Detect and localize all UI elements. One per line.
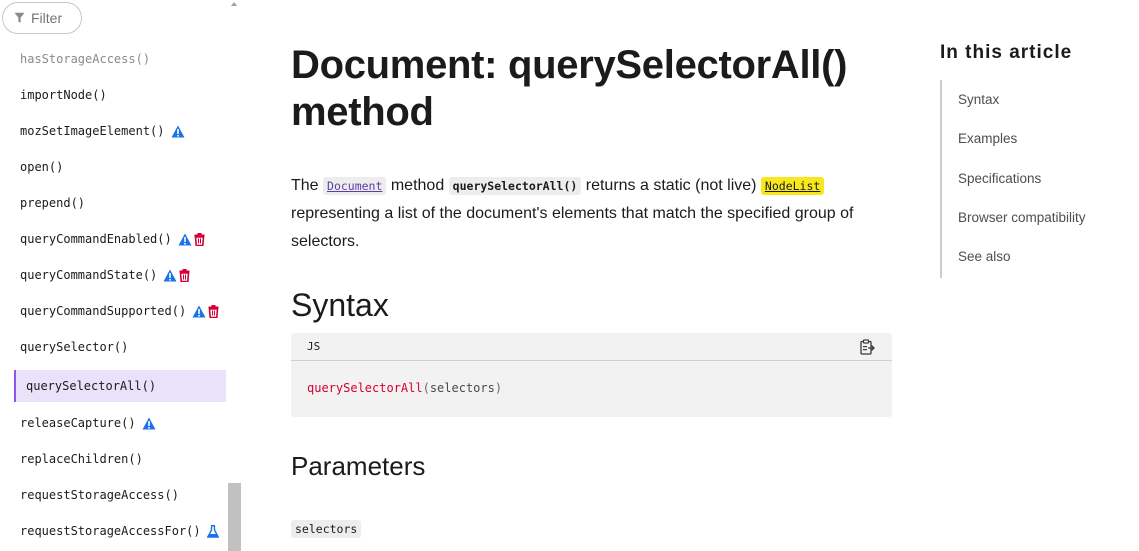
sidebar-item-label: importNode()	[20, 88, 107, 102]
sidebar-item-label: releaseCapture()	[20, 416, 136, 430]
sidebar-item-queryCommandState[interactable]: queryCommandState()	[0, 259, 228, 291]
filter-icon	[14, 12, 25, 23]
sidebar-item-querySelector[interactable]: querySelector()	[0, 331, 228, 363]
sidebar-item-requestStorageAccessFor[interactable]: requestStorageAccessFor()	[0, 515, 228, 547]
copy-clipboard-icon	[859, 338, 875, 355]
intro-text: method	[386, 177, 449, 194]
sidebar-item-label: querySelectorAll()	[26, 379, 157, 393]
nodelist-link[interactable]: NodeList	[760, 177, 825, 195]
sidebar-item-label: mozSetImageElement()	[20, 124, 165, 138]
parameters-heading: Parameters	[291, 451, 426, 481]
sidebar-item-replaceChildren[interactable]: replaceChildren()	[0, 443, 228, 475]
toc-item-syntax[interactable]: Syntax	[958, 90, 999, 110]
sidebar-item-releaseCapture[interactable]: releaseCapture()	[0, 407, 228, 439]
filter-input[interactable]: Filter	[2, 2, 82, 34]
experimental-flask-icon	[206, 524, 219, 538]
scroll-up-arrow-icon[interactable]	[229, 0, 239, 8]
code-function-name: querySelectorAll	[307, 381, 423, 395]
sidebar-item-queryCommandEnabled[interactable]: queryCommandEnabled()	[0, 223, 228, 255]
sidebar-item-prepend[interactable]: prepend()	[0, 187, 228, 219]
sidebar-item-label: queryCommandSupported()	[20, 304, 187, 318]
sidebar-item-hasStorageAccess[interactable]: hasStorageAccess()	[0, 43, 228, 75]
code-paren: )	[494, 381, 503, 395]
sidebar-item-requestStorageAccess[interactable]: requestStorageAccess()	[0, 479, 228, 511]
status-icons	[192, 304, 219, 318]
code-paren: (	[422, 381, 430, 395]
sidebar-item-label: open()	[20, 160, 64, 174]
parameter-term: selectors	[291, 520, 362, 538]
sidebar-item-label: replaceChildren()	[20, 452, 143, 466]
non-standard-warning-icon	[178, 233, 192, 245]
status-icons	[171, 125, 185, 138]
toc-list: Syntax Examples Specifications Browser c…	[940, 80, 1135, 278]
status-icons	[206, 524, 219, 538]
table-of-contents: In this article Syntax Examples Specific…	[940, 40, 1135, 278]
code-language-label: JS	[307, 340, 321, 353]
sidebar-item-label: hasStorageAccess()	[20, 52, 151, 66]
method-code: querySelectorAll()	[448, 177, 582, 195]
toc-item-see-also[interactable]: See also	[958, 247, 1011, 267]
toc-title: In this article	[940, 42, 1073, 63]
deprecated-trash-icon	[208, 304, 219, 318]
sidebar-item-label: prepend()	[20, 196, 86, 210]
intro-text: returns a static (not live)	[581, 177, 761, 194]
deprecated-trash-icon	[194, 232, 205, 246]
sidebar-item-label: queryCommandEnabled()	[20, 232, 172, 246]
toc-item-specifications[interactable]: Specifications	[958, 169, 1041, 189]
non-standard-warning-icon	[171, 125, 184, 137]
sidebar-item-label: querySelector()	[20, 340, 129, 354]
sidebar: Filter hasStorageAccess() importNode() m…	[0, 0, 242, 551]
code-content: querySelectorAll(selectors)	[291, 361, 892, 395]
syntax-heading: Syntax	[291, 287, 389, 323]
code-argument: selectors	[429, 381, 495, 395]
sidebar-item-querySelectorAll[interactable]: querySelectorAll()	[14, 370, 226, 402]
status-icons	[163, 268, 190, 282]
deprecated-trash-icon	[179, 268, 190, 282]
intro-paragraph: The Document method querySelectorAll() r…	[291, 172, 891, 256]
toc-item-examples[interactable]: Examples	[958, 129, 1017, 149]
filter-placeholder: Filter	[31, 10, 63, 26]
non-standard-warning-icon	[142, 417, 156, 429]
intro-text: representing a list of the document's el…	[291, 205, 854, 250]
sidebar-item-open[interactable]: open()	[0, 151, 228, 183]
intro-text: The	[291, 177, 324, 194]
sidebar-item-queryCommandSupported[interactable]: queryCommandSupported()	[0, 295, 228, 327]
sidebar-item-mozSetImageElement[interactable]: mozSetImageElement()	[0, 115, 228, 147]
sidebar-item-importNode[interactable]: importNode()	[0, 79, 228, 111]
article: Document: querySelectorAll() method The …	[291, 0, 893, 551]
page-title: Document: querySelectorAll() method	[291, 43, 848, 134]
copy-button[interactable]	[858, 338, 876, 356]
status-icons	[178, 232, 205, 246]
sidebar-item-label: requestStorageAccessFor()	[20, 524, 201, 538]
toc-item-browser-compatibility[interactable]: Browser compatibility	[958, 208, 1086, 228]
sidebar-item-label: requestStorageAccess()	[20, 488, 179, 502]
document-link[interactable]: Document	[323, 177, 387, 195]
sidebar-scrollbar-thumb[interactable]	[228, 483, 241, 551]
sidebar-item-label: queryCommandState()	[20, 268, 158, 282]
non-standard-warning-icon	[192, 305, 206, 317]
status-icons	[142, 417, 156, 430]
non-standard-warning-icon	[163, 269, 177, 281]
code-header: JS	[291, 333, 892, 361]
code-example: JS querySelectorAll(selectors)	[291, 333, 892, 417]
